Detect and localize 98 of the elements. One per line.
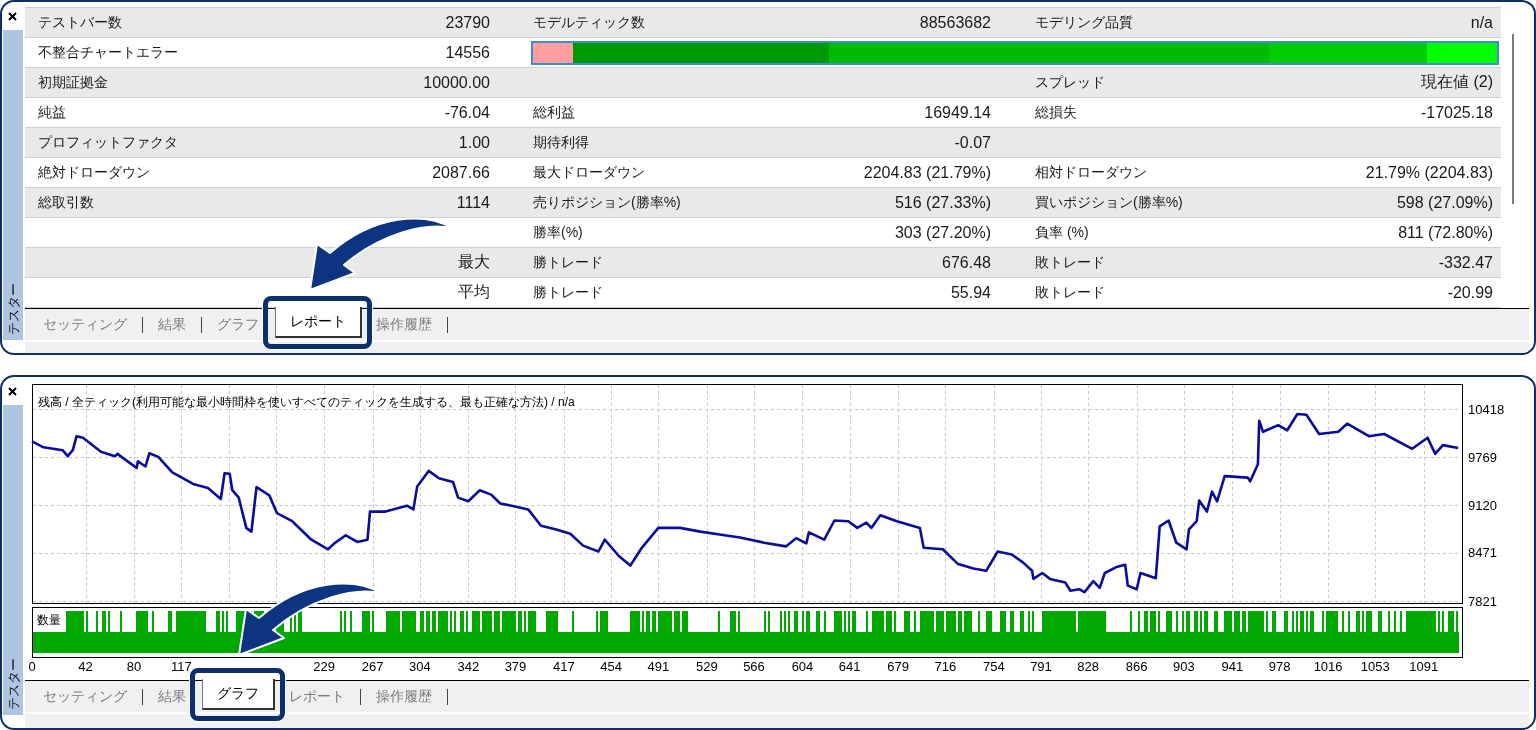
- stat-value: 10000.00: [423, 73, 490, 91]
- y-axis-label: 9120: [1468, 497, 1497, 513]
- x-axis-label: 754: [982, 659, 1005, 674]
- stat-value: 516 (27.33%): [894, 193, 991, 211]
- stat-value: -20.99: [1447, 283, 1493, 301]
- x-axis-label: 866: [1125, 659, 1148, 674]
- stat-value: n/a: [1470, 13, 1493, 31]
- stat-value: -76.04: [444, 103, 490, 121]
- stat-value: 1114: [456, 193, 490, 211]
- stat-value: 676.48: [942, 253, 991, 271]
- stat-label: 総損失: [1035, 103, 1077, 120]
- x-axis-label: 716: [934, 659, 957, 674]
- x-axis-label: 342: [457, 659, 480, 674]
- stat-label: プロフィットファクタ: [38, 133, 178, 150]
- x-axis-label: 566: [743, 659, 765, 674]
- stat-value: 2204.83 (21.79%): [863, 163, 991, 181]
- x-axis-label: 791: [1030, 659, 1052, 674]
- stat-value: 88563682: [919, 13, 991, 31]
- stat-value: 16949.14: [924, 103, 991, 121]
- stat-label: 敗トレード: [1035, 283, 1105, 300]
- x-axis-label: 1016: [1313, 659, 1343, 674]
- x-axis-label: 903: [1173, 659, 1195, 674]
- stat-value: 1.00: [458, 133, 490, 151]
- stat-value: 2087.66: [432, 163, 490, 181]
- stat-value: 21.79% (2204.83): [1365, 163, 1493, 181]
- tab[interactable]: 結果: [154, 309, 190, 340]
- tab[interactable]: セッティング: [39, 309, 131, 340]
- stat-value: 303 (27.20%): [894, 223, 991, 241]
- x-axis-label: 529: [695, 659, 718, 674]
- stat-label: スプレッド: [1035, 73, 1105, 90]
- stat-label: モデリング品質: [1035, 13, 1133, 30]
- stat-label: 敗トレード: [1035, 253, 1105, 270]
- stat-label: 負率 (%): [1035, 223, 1089, 240]
- x-axis-label: 117: [170, 659, 192, 674]
- stat-label: 勝トレード: [533, 253, 603, 270]
- y-axis-label: 8471: [1468, 545, 1497, 561]
- stat-label: 買いポジション(勝率%): [1035, 193, 1183, 210]
- tab[interactable]: セッティング: [39, 681, 131, 712]
- close-icon[interactable]: [8, 387, 17, 396]
- chart-title: 残高 / 全ティック(利用可能な最小時間枠を使いすべてのティックを生成する、最も正確な方法) / n/a: [38, 395, 575, 409]
- tab[interactable]: グラフ: [213, 309, 263, 340]
- stat-label: 初期証拠金: [38, 73, 108, 90]
- stat-value: -332.47: [1438, 253, 1493, 271]
- sidebar-title: テスター: [6, 283, 20, 335]
- close-icon[interactable]: [8, 12, 17, 21]
- x-axis-label: 80: [126, 659, 142, 674]
- stat-label: 総取引数: [38, 193, 94, 210]
- stat-value: 平均: [458, 283, 490, 300]
- scrollbar-thumb[interactable]: [1512, 34, 1514, 204]
- tab[interactable]: 操作履歴: [372, 309, 436, 340]
- tab[interactable]: 操作履歴: [372, 681, 436, 712]
- tab[interactable]: レポート: [285, 681, 349, 712]
- stat-value: 811 (72.80%): [1398, 223, 1493, 241]
- stat-label: 勝トレード: [533, 283, 603, 300]
- stat-value: 14556: [445, 43, 490, 61]
- stat-label: 最大ドローダウン: [533, 163, 645, 180]
- x-axis-label: 941: [1221, 659, 1244, 674]
- tab[interactable]: レポート: [275, 307, 362, 338]
- tab[interactable]: 結果: [154, 681, 190, 712]
- x-axis-label: 304: [408, 659, 431, 674]
- stat-label: 期待利得: [533, 133, 589, 150]
- sidebar-title: テスター: [6, 658, 20, 710]
- stat-value: -0.07: [954, 133, 991, 151]
- stat-value: 55.94: [950, 283, 991, 301]
- x-axis-label: 1053: [1360, 659, 1390, 674]
- stat-label: 純益: [38, 103, 66, 120]
- x-axis-label: 0: [28, 659, 36, 674]
- stat-label: モデルティック数: [533, 13, 645, 30]
- stat-value: 最大: [458, 253, 490, 270]
- x-axis-label: 604: [791, 659, 814, 674]
- x-axis-label: 379: [504, 659, 527, 674]
- stat-label: 勝率(%): [533, 223, 583, 240]
- stat-value: 598 (27.09%): [1396, 193, 1493, 211]
- x-axis-label: 679: [887, 659, 910, 674]
- tab[interactable]: グラフ: [202, 679, 275, 710]
- volume-label: 数量: [37, 613, 61, 627]
- y-axis-label: 7821: [1468, 593, 1497, 609]
- x-axis-label: 454: [600, 659, 622, 674]
- x-axis-label: 978: [1268, 659, 1291, 674]
- stat-label: テストバー数: [38, 13, 122, 30]
- x-axis-label: 828: [1077, 659, 1100, 674]
- stat-label: 売りポジション(勝率%): [533, 193, 681, 210]
- stat-label: 相対ドローダウン: [1035, 163, 1147, 180]
- x-axis-label: 641: [838, 659, 861, 674]
- x-axis-label: 267: [361, 659, 384, 674]
- stat-label: 不整合チャートエラー: [38, 43, 178, 60]
- stat-value: -17025.18: [1420, 103, 1493, 121]
- x-axis-label: 42: [78, 659, 93, 674]
- x-axis-label: 491: [647, 659, 670, 674]
- x-axis-label: 1091: [1409, 659, 1439, 674]
- x-axis-label: 417: [553, 659, 575, 674]
- y-axis-label: 10418: [1468, 401, 1505, 417]
- stat-value: 現在値 (2): [1421, 73, 1493, 90]
- x-axis-label: 229: [313, 659, 335, 674]
- stat-label: 絶対ドローダウン: [38, 163, 150, 180]
- stat-label: 総利益: [533, 103, 575, 120]
- stat-value: 23790: [445, 13, 490, 31]
- y-axis-label: 9769: [1468, 449, 1497, 465]
